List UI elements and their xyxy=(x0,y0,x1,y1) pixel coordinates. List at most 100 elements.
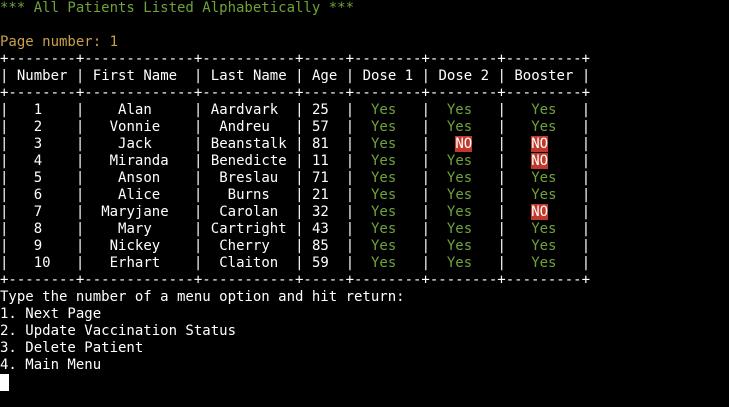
table-row: | 9 | Nickey | Cherry | 85 | Yes | Yes |… xyxy=(0,238,591,254)
dose-1-cell: Yes xyxy=(370,255,397,271)
dose-1-cell: Yes xyxy=(370,238,397,254)
row-number-cell: 8 xyxy=(33,221,43,237)
first-name-cell: Vonnie xyxy=(109,119,161,135)
table-row: | 5 | Anson | Breslau | 71 | Yes | Yes |… xyxy=(0,170,591,186)
dose-2-cell: Yes xyxy=(446,204,473,220)
input-cursor[interactable] xyxy=(0,374,9,391)
listing-title: *** All Patients Listed Alphabetically *… xyxy=(0,0,355,16)
booster-cell: Yes xyxy=(531,221,557,237)
age-cell: 71 xyxy=(311,170,329,186)
column-header: Dose 1 xyxy=(362,68,414,84)
column-header: Dose 2 xyxy=(438,68,490,84)
age-cell: 57 xyxy=(311,119,329,135)
dose-1-cell: Yes xyxy=(370,136,397,152)
column-header: Number xyxy=(16,68,68,84)
column-header: First Name xyxy=(92,68,178,84)
row-number-cell: 7 xyxy=(33,204,43,220)
dose-2-cell: Yes xyxy=(446,102,473,118)
age-cell: 11 xyxy=(311,153,329,169)
row-number-cell: 2 xyxy=(33,119,43,135)
first-name-cell: Jack xyxy=(118,136,152,152)
table-header-row: | Number | First Name | Last Name | Age … xyxy=(0,68,591,84)
menu-option-next-page: 1. Next Page xyxy=(0,306,102,322)
first-name-cell: Nickey xyxy=(109,238,161,254)
table-row: | 4 | Miranda | Benedicte | 11 | Yes | Y… xyxy=(0,153,591,169)
terminal-window[interactable]: *** All Patients Listed Alphabetically *… xyxy=(0,0,729,407)
row-number-cell: 3 xyxy=(33,136,43,152)
last-name-cell: Burns xyxy=(227,187,270,203)
dose-1-cell: Yes xyxy=(371,187,397,203)
last-name-cell: Andreu xyxy=(219,119,270,135)
last-name-cell: Breslau xyxy=(219,170,279,186)
table-border-header: +--------+-------------+-----------+----… xyxy=(0,85,591,101)
table-row: | 6 | Alice | Burns | 21 | Yes | Yes | Y… xyxy=(0,187,591,203)
menu-option-update-vaccination: 2. Update Vaccination Status xyxy=(0,323,237,339)
table-row: | 3 | Jack | Beanstalk | 81 | Yes | NO |… xyxy=(0,136,591,152)
dose-1-cell: Yes xyxy=(371,153,397,169)
last-name-cell: Claiton xyxy=(219,255,279,271)
first-name-cell: Erhart xyxy=(109,255,161,271)
age-cell: 21 xyxy=(311,187,329,203)
last-name-cell: Carolan xyxy=(219,204,279,220)
table-border-bottom: +--------+-------------+-----------+----… xyxy=(0,272,591,288)
row-number-cell: 6 xyxy=(33,187,43,203)
dose-2-cell: NO xyxy=(455,136,473,152)
menu-option-main-menu: 4. Main Menu xyxy=(0,357,102,373)
first-name-cell: Mary xyxy=(118,221,152,237)
dose-2-cell: Yes xyxy=(446,119,473,135)
booster-cell: NO xyxy=(531,136,549,152)
last-name-cell: Cherry xyxy=(219,238,270,254)
age-cell: 43 xyxy=(311,221,329,237)
first-name-cell: Miranda xyxy=(109,153,169,169)
row-number-cell: 5 xyxy=(33,170,43,186)
booster-cell: Yes xyxy=(531,238,557,254)
page-number: Page number: 1 xyxy=(0,34,119,50)
age-cell: 25 xyxy=(311,102,329,118)
booster-cell: Yes xyxy=(531,255,557,271)
first-name-cell: Anson xyxy=(118,170,161,186)
table-border-top: +--------+-------------+-----------+----… xyxy=(0,51,591,67)
dose-1-cell: Yes xyxy=(370,204,397,220)
column-header: Booster xyxy=(514,68,574,84)
booster-cell: Yes xyxy=(531,170,557,186)
table-row: | 7 | Maryjane | Carolan | 32 | Yes | Ye… xyxy=(0,204,591,220)
last-name-cell: Beanstalk xyxy=(210,136,287,152)
row-number-cell: 1 xyxy=(33,102,43,118)
row-number-cell: 10 xyxy=(33,255,51,271)
dose-2-cell: Yes xyxy=(446,255,473,271)
menu-prompt: Type the number of a menu option and hit… xyxy=(0,289,405,305)
booster-cell: NO xyxy=(531,204,549,220)
dose-1-cell: Yes xyxy=(370,119,397,135)
age-cell: 81 xyxy=(311,136,329,152)
age-cell: 59 xyxy=(311,255,329,271)
booster-cell: Yes xyxy=(531,187,557,203)
dose-1-cell: Yes xyxy=(370,221,397,237)
first-name-cell: Maryjane xyxy=(101,204,169,220)
booster-cell: Yes xyxy=(531,102,557,118)
first-name-cell: Alan xyxy=(118,102,152,118)
table-row: | 10 | Erhart | Claiton | 59 | Yes | Yes… xyxy=(0,255,591,271)
column-header: Age xyxy=(311,68,338,84)
booster-cell: Yes xyxy=(531,119,557,135)
dose-2-cell: Yes xyxy=(446,221,473,237)
row-number-cell: 9 xyxy=(33,238,43,254)
booster-cell: NO xyxy=(531,153,549,169)
dose-2-cell: Yes xyxy=(446,170,473,186)
age-cell: 85 xyxy=(311,238,329,254)
last-name-cell: Cartright xyxy=(210,221,287,237)
table-row: | 1 | Alan | Aardvark | 25 | Yes | Yes |… xyxy=(0,102,591,118)
table-row: | 8 | Mary | Cartright | 43 | Yes | Yes … xyxy=(0,221,591,237)
dose-1-cell: Yes xyxy=(370,102,397,118)
column-header: Last Name xyxy=(210,68,287,84)
menu-option-delete-patient: 3. Delete Patient xyxy=(0,340,144,356)
dose-2-cell: Yes xyxy=(446,238,473,254)
age-cell: 32 xyxy=(311,204,329,220)
dose-2-cell: Yes xyxy=(446,153,473,169)
first-name-cell: Alice xyxy=(118,187,161,203)
dose-1-cell: Yes xyxy=(370,170,397,186)
row-number-cell: 4 xyxy=(33,153,43,169)
dose-2-cell: Yes xyxy=(446,187,473,203)
table-row: | 2 | Vonnie | Andreu | 57 | Yes | Yes |… xyxy=(0,119,591,135)
last-name-cell: Benedicte xyxy=(210,153,287,169)
last-name-cell: Aardvark xyxy=(210,102,279,118)
